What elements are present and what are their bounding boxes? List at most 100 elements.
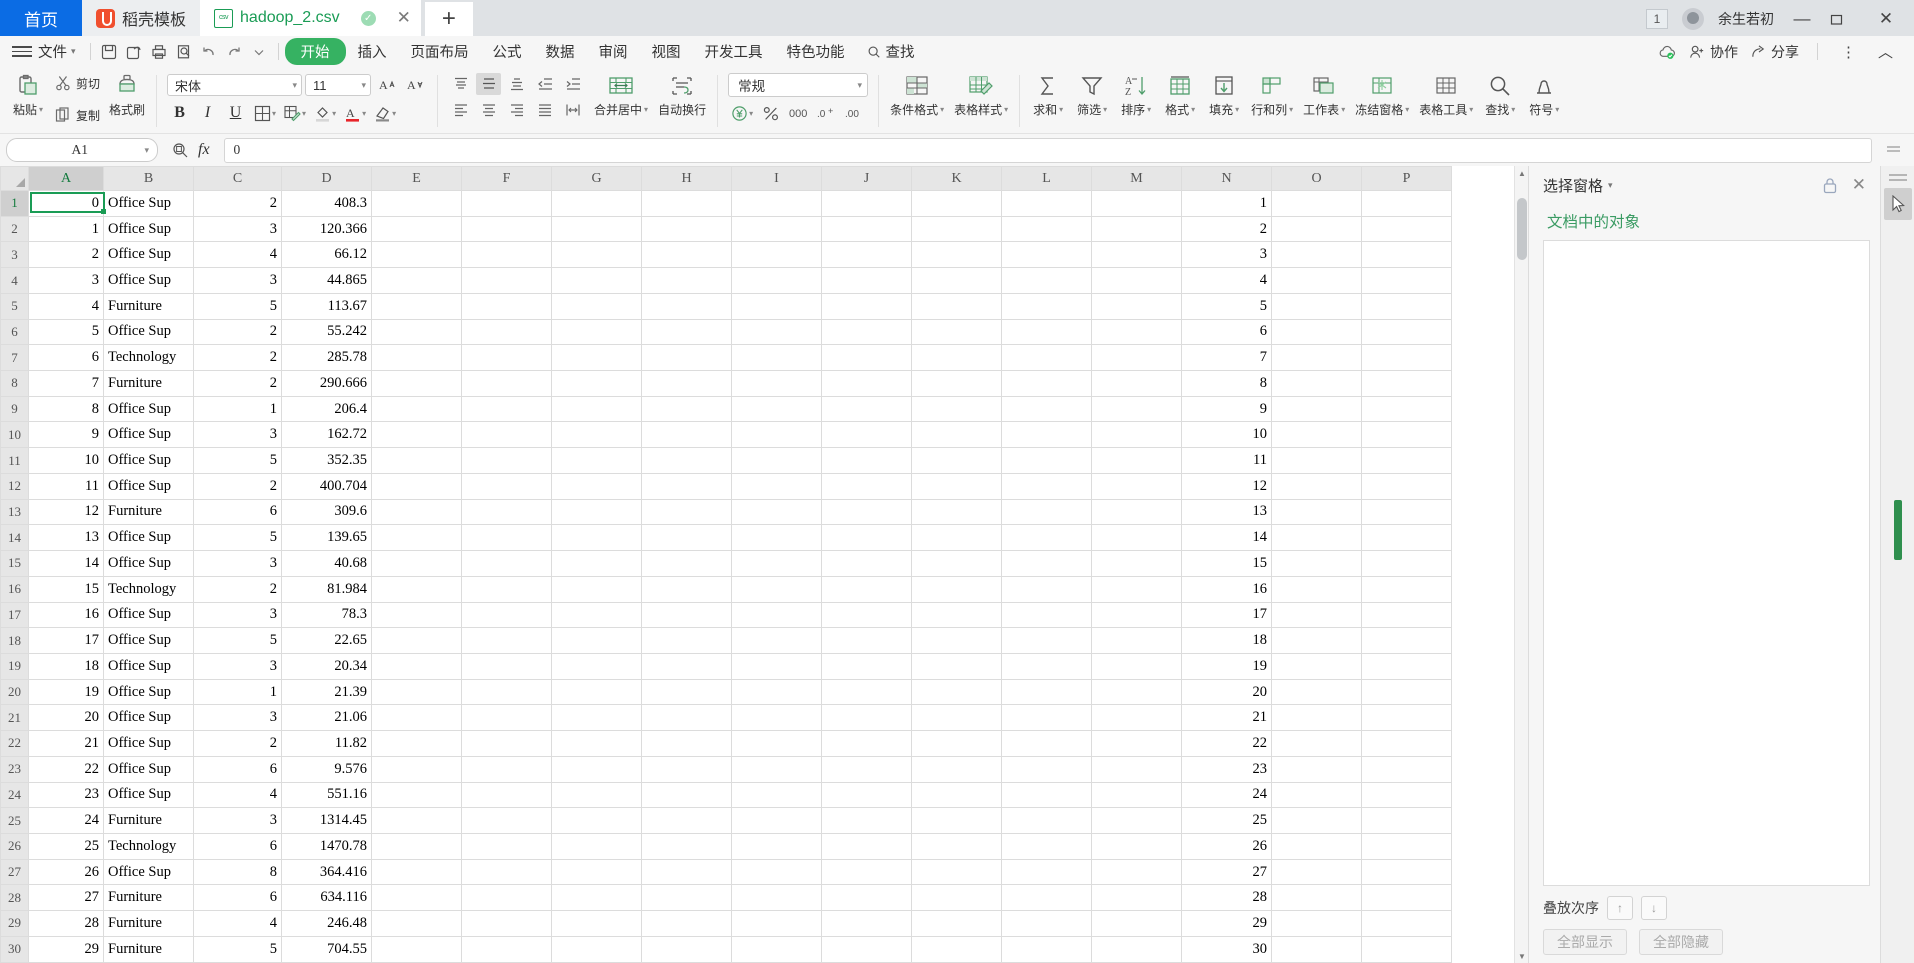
cell-D26[interactable]: 1470.78	[281, 832, 372, 860]
cell-O6[interactable]	[1271, 318, 1362, 346]
cell-M28[interactable]	[1091, 884, 1182, 912]
cell-A7[interactable]: 6	[28, 344, 104, 372]
search-button[interactable]: 查找	[857, 41, 925, 62]
cell-C8[interactable]: 2	[193, 370, 282, 397]
cell-L17[interactable]	[1001, 601, 1092, 629]
ribbon-tab-data[interactable]: 数据	[534, 38, 587, 65]
cell-O11[interactable]	[1271, 447, 1362, 474]
cell-F28[interactable]	[461, 884, 552, 912]
cell-C16[interactable]: 2	[193, 575, 282, 603]
cell-I20[interactable]	[731, 678, 822, 706]
cell-M18[interactable]	[1091, 627, 1182, 654]
cell-B27[interactable]: Office Sup	[103, 858, 194, 886]
cell-L15[interactable]	[1001, 550, 1092, 577]
align-left-button[interactable]	[448, 99, 473, 121]
cell-A25[interactable]: 24	[28, 807, 104, 834]
cell-P9[interactable]	[1361, 395, 1452, 423]
cell-O22[interactable]	[1271, 730, 1362, 757]
cell-I4[interactable]	[731, 267, 822, 294]
row-header-10[interactable]: 10	[0, 421, 29, 449]
cell-H28[interactable]	[641, 884, 732, 912]
cell-J6[interactable]	[821, 318, 912, 346]
move-up-button[interactable]: ↑	[1607, 896, 1633, 920]
column-header-l[interactable]: L	[1001, 166, 1092, 191]
cell-B21[interactable]: Office Sup	[103, 704, 194, 732]
cell-E27[interactable]	[371, 858, 462, 886]
cell-M7[interactable]	[1091, 344, 1182, 372]
cell-I8[interactable]	[731, 370, 822, 397]
cell-M6[interactable]	[1091, 318, 1182, 346]
currency-format-button[interactable]: ▾	[728, 101, 755, 125]
align-right-button[interactable]	[504, 99, 529, 121]
cell-D20[interactable]: 21.39	[281, 678, 372, 706]
cell-L14[interactable]	[1001, 524, 1092, 552]
cell-P11[interactable]	[1361, 447, 1452, 474]
cell-F20[interactable]	[461, 678, 552, 706]
cell-D5[interactable]: 113.67	[281, 292, 372, 320]
cell-F1[interactable]	[461, 190, 552, 217]
table-row[interactable]: 4 3 Office Sup 3 44.865 4	[0, 267, 1452, 294]
cell-N25[interactable]: 25	[1181, 807, 1272, 834]
cell-G4[interactable]	[551, 267, 642, 294]
cell-O3[interactable]	[1271, 241, 1362, 269]
cell-I7[interactable]	[731, 344, 822, 372]
cell-N16[interactable]: 16	[1181, 575, 1272, 603]
cell-H6[interactable]	[641, 318, 732, 346]
cell-C26[interactable]: 6	[193, 832, 282, 860]
cell-C14[interactable]: 5	[193, 524, 282, 552]
cell-G6[interactable]	[551, 318, 642, 346]
cell-E12[interactable]	[371, 472, 462, 500]
cell-F29[interactable]	[461, 910, 552, 937]
cell-O23[interactable]	[1271, 755, 1362, 783]
cell-B14[interactable]: Office Sup	[103, 524, 194, 552]
print-icon[interactable]	[147, 41, 172, 63]
column-header-c[interactable]: C	[193, 166, 282, 191]
cell-K16[interactable]	[911, 575, 1002, 603]
cell-L24[interactable]	[1001, 781, 1092, 809]
cell-A9[interactable]: 8	[28, 395, 104, 423]
cell-L19[interactable]	[1001, 652, 1092, 680]
table-style-button[interactable]: 表格样式 ▾	[949, 71, 1013, 120]
cell-H11[interactable]	[641, 447, 732, 474]
cell-A1[interactable]: 0	[28, 190, 104, 217]
cell-G8[interactable]	[551, 370, 642, 397]
cell-E30[interactable]	[371, 935, 462, 963]
symbol-button[interactable]: 符号 ▾	[1522, 71, 1566, 120]
row-header-5[interactable]: 5	[0, 292, 29, 320]
cell-N29[interactable]: 29	[1181, 910, 1272, 937]
cell-N15[interactable]: 15	[1181, 550, 1272, 577]
cell-H30[interactable]	[641, 935, 732, 963]
cell-G21[interactable]	[551, 704, 642, 732]
cell-G28[interactable]	[551, 884, 642, 912]
cell-P5[interactable]	[1361, 292, 1452, 320]
cell-H1[interactable]	[641, 190, 732, 217]
spreadsheet-grid[interactable]: ABCDEFGHIJKLMNOP 1 0 Office Sup 2 408.3 1 2 1 Of…	[0, 166, 1452, 963]
cell-E14[interactable]	[371, 524, 462, 552]
cell-N11[interactable]: 11	[1181, 447, 1272, 474]
percent-format-button[interactable]	[758, 101, 783, 125]
cell-F5[interactable]	[461, 292, 552, 320]
cell-E17[interactable]	[371, 601, 462, 629]
cell-M3[interactable]	[1091, 241, 1182, 269]
cell-F21[interactable]	[461, 704, 552, 732]
cell-J7[interactable]	[821, 344, 912, 372]
cell-P24[interactable]	[1361, 781, 1452, 809]
paste-button[interactable]: 粘贴 ▾	[6, 71, 50, 120]
cell-O16[interactable]	[1271, 575, 1362, 603]
cell-K21[interactable]	[911, 704, 1002, 732]
cell-N9[interactable]: 9	[1181, 395, 1272, 423]
cell-N23[interactable]: 23	[1181, 755, 1272, 783]
cell-E28[interactable]	[371, 884, 462, 912]
cell-A27[interactable]: 26	[28, 858, 104, 886]
table-row[interactable]: 19 18 Office Sup 3 20.34 19	[0, 652, 1452, 680]
cell-B23[interactable]: Office Sup	[103, 755, 194, 783]
window-close-button[interactable]: ✕	[1872, 9, 1900, 29]
cell-P7[interactable]	[1361, 344, 1452, 372]
cell-P6[interactable]	[1361, 318, 1452, 346]
cell-O27[interactable]	[1271, 858, 1362, 886]
cell-O24[interactable]	[1271, 781, 1362, 809]
cell-C22[interactable]: 2	[193, 730, 282, 757]
share-button[interactable]: 分享	[1750, 42, 1799, 62]
cell-G11[interactable]	[551, 447, 642, 474]
cell-J11[interactable]	[821, 447, 912, 474]
